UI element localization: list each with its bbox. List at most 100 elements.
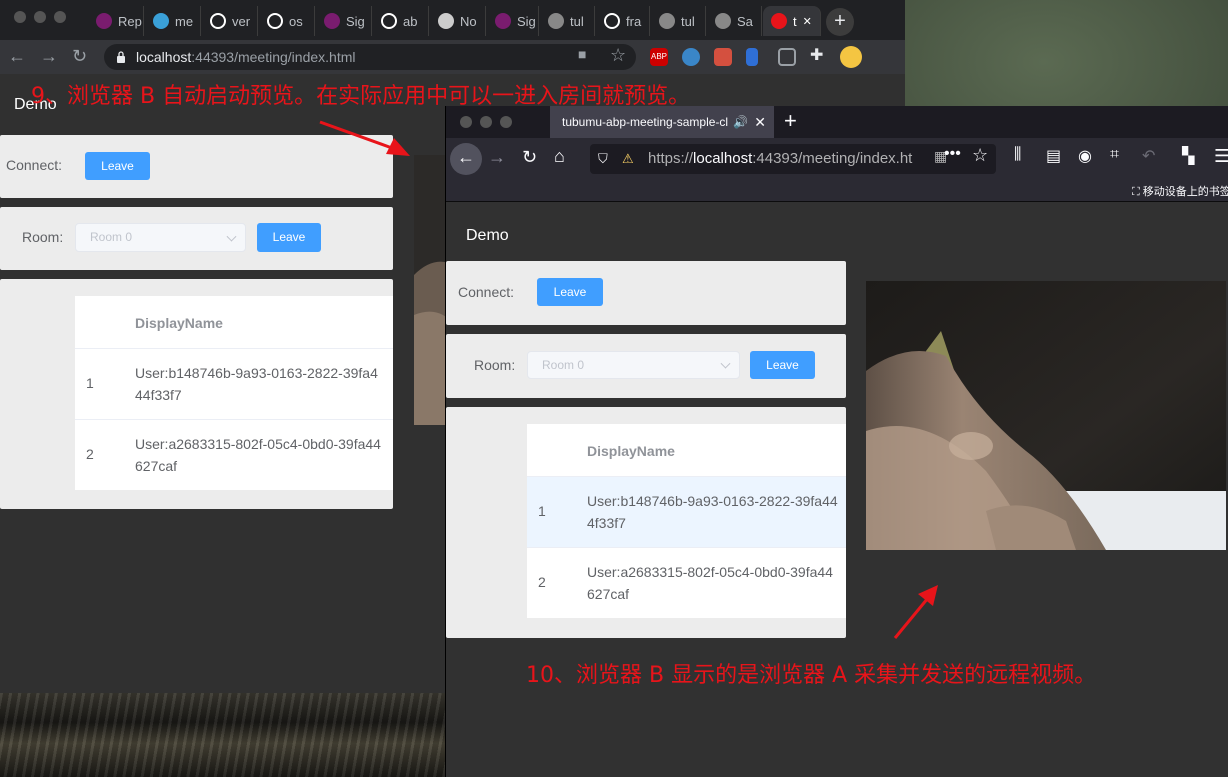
reload-icon[interactable]: ↻ [72,46,87,67]
bookmark-star-icon[interactable]: ☆ [610,45,626,66]
tab-title: tubumu-abp-meeting-sample-cl [562,115,729,129]
adblock-plus-icon[interactable]: ABP [650,48,668,66]
wallpaper-landscape [0,693,446,777]
room-select-value: Room 0 [90,230,133,244]
extension-globe-icon[interactable] [682,48,700,66]
speaker-icon[interactable]: 🔊 [733,106,748,138]
chrome-tab[interactable]: Sig [316,6,372,36]
room-select[interactable]: Room 0 [527,351,740,379]
chrome-tab-label: No [460,13,477,29]
close-window-button[interactable] [460,116,472,128]
chrome-tab[interactable]: Sa [707,6,762,36]
peers-table: DisplayName 1 User:b148746b-9a93-0163-28… [75,296,393,490]
minimize-window-button[interactable] [34,11,46,23]
extension-window-icon[interactable] [778,48,796,66]
chrome-tab-label: Rep [118,13,142,29]
chrome-tab[interactable]: me [145,6,201,36]
firefox-tabstrip: tubumu-abp-meeting-sample-cl 🔊 ✕ + [446,106,1228,138]
new-tab-button[interactable]: + [826,8,854,36]
bookmark-star-icon[interactable]: ☆ [972,145,988,166]
back-icon[interactable]: ← [8,46,26,67]
purple-dot-icon [96,13,112,29]
extensions-icon[interactable]: ▚ [1182,146,1194,166]
row-display-name: User:a2683315-802f-05c4-0bd0-39fa44627ca… [587,564,833,602]
profile-avatar[interactable] [840,46,862,68]
camera-icon[interactable]: ■ [578,46,586,62]
close-window-button[interactable] [14,11,26,23]
account-icon[interactable]: ◉ [1078,146,1092,166]
room-leave-button[interactable]: Leave [257,223,321,252]
new-tab-icon[interactable]: + [784,108,797,134]
chrome-tab[interactable]: os [259,6,315,36]
extensions-puzzle-icon[interactable]: ✚ [810,45,823,65]
firefox-page-content: Demo Connect: Leave Room: Room 0 Leave D… [446,202,1228,777]
mobile-bookmarks-folder[interactable]: ⛶ 移动设备上的书签 [1132,183,1228,199]
chrome-tab[interactable]: t ✕ [763,6,821,36]
sidebar-icon[interactable]: ▤ [1046,146,1061,166]
url-host: localhost [136,49,192,65]
maximize-window-button[interactable] [54,11,66,23]
url-path: :44393/meeting/index.ht [752,150,913,167]
shield-icon[interactable]: ⛉ [598,144,608,174]
peers-panel: DisplayName 1 User:b148746b-9a93-0163-28… [0,279,393,509]
chrome-tab-label: tul [570,13,584,29]
menu-icon[interactable]: ☰ [1214,146,1228,167]
row-index: 2 [86,446,94,462]
close-tab-icon[interactable]: ✕ [803,15,812,28]
minimize-window-button[interactable] [480,116,492,128]
maximize-window-button[interactable] [500,116,512,128]
table-row[interactable]: 2 User:a2683315-802f-05c4-0bd0-39fa44627… [75,419,393,490]
connect-leave-button[interactable]: Leave [537,278,603,306]
globe-icon [548,13,564,29]
chrome-tab[interactable]: ver [202,6,258,36]
chrome-tab[interactable]: Rep [88,6,144,36]
chrome-tab-label: me [175,13,194,29]
home-icon[interactable]: ⌂ [554,146,565,167]
connect-panel: Connect: Leave [0,135,393,198]
chrome-tab-label: fra [626,13,642,29]
close-tab-icon[interactable]: ✕ [754,106,766,138]
table-row[interactable]: 1 User:b148746b-9a93-0163-2822-39fa444f3… [75,348,393,419]
back-button[interactable]: ← [450,143,482,175]
page-title: Demo [466,227,509,244]
github-icon [210,13,226,29]
bookmark-extension-icon[interactable] [746,48,758,66]
chrome-tab[interactable]: fra [596,6,650,36]
extension-tree-icon[interactable] [714,48,732,66]
address-bar[interactable]: localhost:44393/meeting/index.html [104,44,636,70]
room-select-value: Room 0 [542,358,585,372]
table-row[interactable]: 2 User:a2683315-802f-05c4-0bd0-39fa44627… [527,547,846,618]
room-select[interactable]: Room 0 [75,223,246,252]
chevron-down-icon [720,358,731,369]
insecure-lock-icon[interactable]: ⚠ [622,144,634,174]
firefox-active-tab[interactable]: tubumu-abp-meeting-sample-cl 🔊 ✕ [550,106,774,138]
firefox-toolbar: ← → ↻ ⌂ ⛉ ⚠ https://localhost:44393/meet… [446,138,1228,180]
room-leave-button[interactable]: Leave [750,351,815,379]
chrome-tab[interactable]: tul [651,6,706,36]
forward-icon[interactable]: → [40,46,58,67]
chrome-tab[interactable]: Sig [487,6,539,36]
undo-icon[interactable]: ↶ [1142,146,1155,166]
page-actions-icon[interactable]: ••• [944,145,961,163]
forward-icon[interactable]: → [488,147,506,168]
table-row[interactable]: 1 User:b148746b-9a93-0163-2822-39fa444f3… [527,476,846,547]
reload-icon[interactable]: ↻ [522,147,537,168]
github-icon [381,13,397,29]
screenshot-icon[interactable]: ⌗ [1110,146,1119,164]
table-header-displayname: DisplayName [587,443,675,459]
library-icon[interactable]: ⫼ [1014,146,1021,164]
row-display-name: User:b148746b-9a93-0163-2822-39fa444f33f… [135,365,378,403]
chrome-tab[interactable]: No [430,6,486,36]
annotation-step-9: 9、浏览器 B 自动启动预览。在实际应用中可以一进入房间就预览。 [31,84,691,109]
mobile-bookmarks-label: 移动设备上的书签 [1142,186,1228,198]
chrome-tab[interactable]: tul [540,6,595,36]
url-path: :44393/meeting/index.html [191,49,356,65]
connect-label: Connect: [458,284,515,300]
chrome-tab[interactable]: ab [373,6,429,36]
connect-leave-button[interactable]: Leave [85,152,150,180]
room-panel: Room: Room 0 Leave [0,207,393,270]
room-label: Room: [474,357,516,373]
url-host: localhost [693,150,753,167]
chrome-toolbar: ← → ↻ localhost:44393/meeting/index.html… [0,40,905,74]
folder-icon: ⛶ [1132,186,1140,198]
